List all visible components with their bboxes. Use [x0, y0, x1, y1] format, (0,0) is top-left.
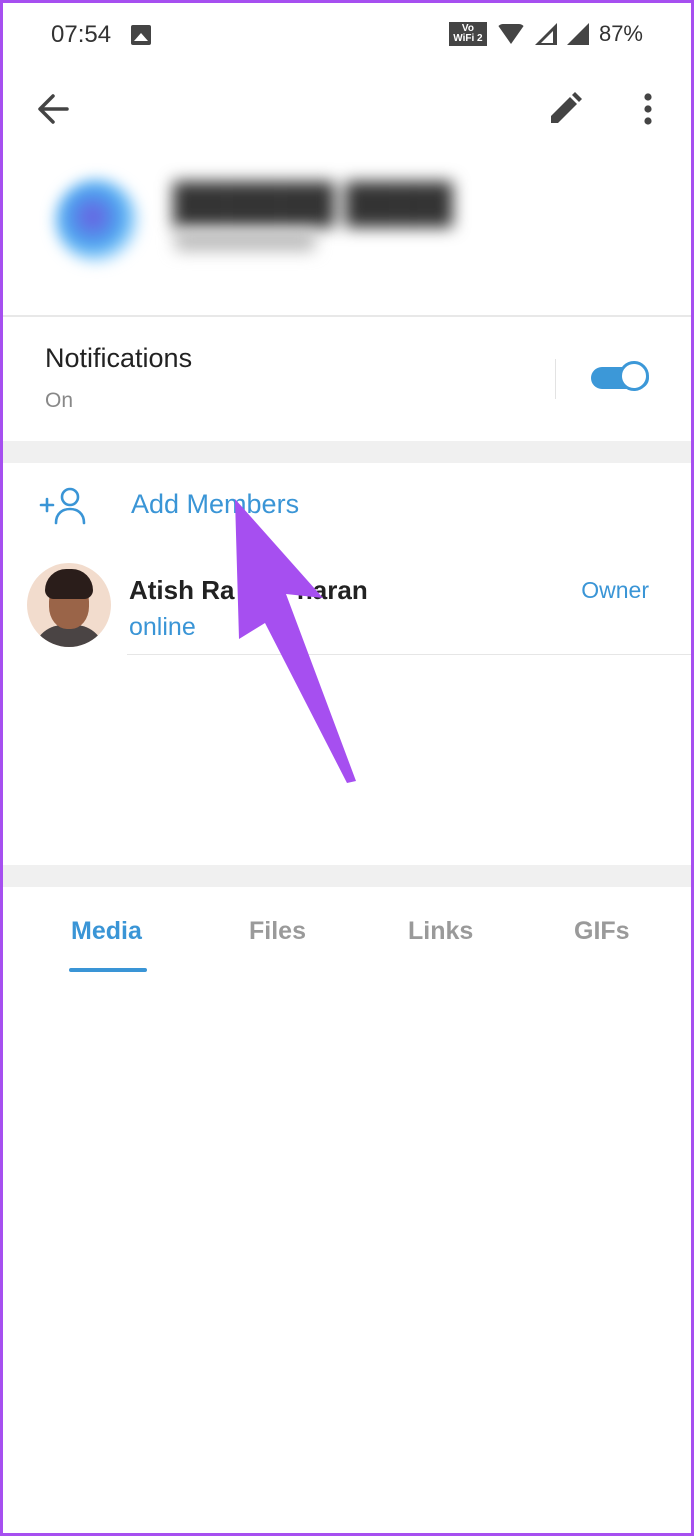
add-user-icon	[39, 487, 86, 525]
tab-links[interactable]: Links	[408, 917, 473, 946]
screen-frame: 07:54 Vo WiFi 2 87% ██████ ████ Notifica…	[0, 0, 694, 1536]
member-status: online	[129, 613, 196, 641]
more-options-button[interactable]	[633, 87, 663, 131]
member-list-item[interactable]: Atish Ra haran online Owner	[3, 555, 691, 655]
notifications-toggle[interactable]	[591, 361, 653, 393]
header-divider	[3, 315, 691, 317]
status-bar: 07:54 Vo WiFi 2 87%	[3, 3, 691, 67]
section-gap-2	[3, 865, 691, 887]
shared-media-tabs: Media Files Links GIFs	[3, 889, 691, 973]
member-role-badge: Owner	[581, 577, 649, 603]
status-time: 07:54	[51, 21, 112, 48]
signal-icon	[566, 23, 589, 45]
notifications-title: Notifications	[45, 343, 193, 373]
more-vertical-icon	[644, 93, 652, 125]
wifi-icon	[496, 24, 525, 44]
group-name-blurred: ██████ ████	[173, 183, 453, 225]
tab-files[interactable]: Files	[249, 917, 306, 946]
add-members-label: Add Members	[131, 489, 300, 519]
battery-level: 87%	[598, 21, 643, 46]
arrow-left-icon	[38, 94, 69, 124]
toggle-knob	[619, 361, 649, 391]
member-avatar	[27, 563, 111, 647]
active-tab-indicator	[69, 968, 147, 972]
pencil-icon	[551, 92, 582, 123]
gallery-notification-icon	[131, 25, 151, 45]
add-members-button[interactable]: Add Members	[3, 465, 691, 545]
tab-gifs[interactable]: GIFs	[574, 917, 630, 946]
notifications-status: On	[45, 389, 74, 412]
edit-button[interactable]	[543, 87, 587, 131]
group-subtitle-blurred	[175, 231, 315, 251]
member-divider	[127, 654, 691, 655]
back-button[interactable]	[33, 89, 77, 129]
signal-empty-icon	[534, 23, 557, 45]
status-icons: Vo WiFi 2 87%	[448, 21, 643, 47]
vowifi-icon: Vo WiFi 2	[448, 22, 487, 46]
section-gap	[3, 441, 691, 463]
group-avatar[interactable]	[55, 179, 139, 263]
tab-media[interactable]: Media	[71, 917, 142, 946]
notifications-separator	[555, 359, 556, 399]
member-name: Atish Ra haran	[129, 575, 368, 605]
